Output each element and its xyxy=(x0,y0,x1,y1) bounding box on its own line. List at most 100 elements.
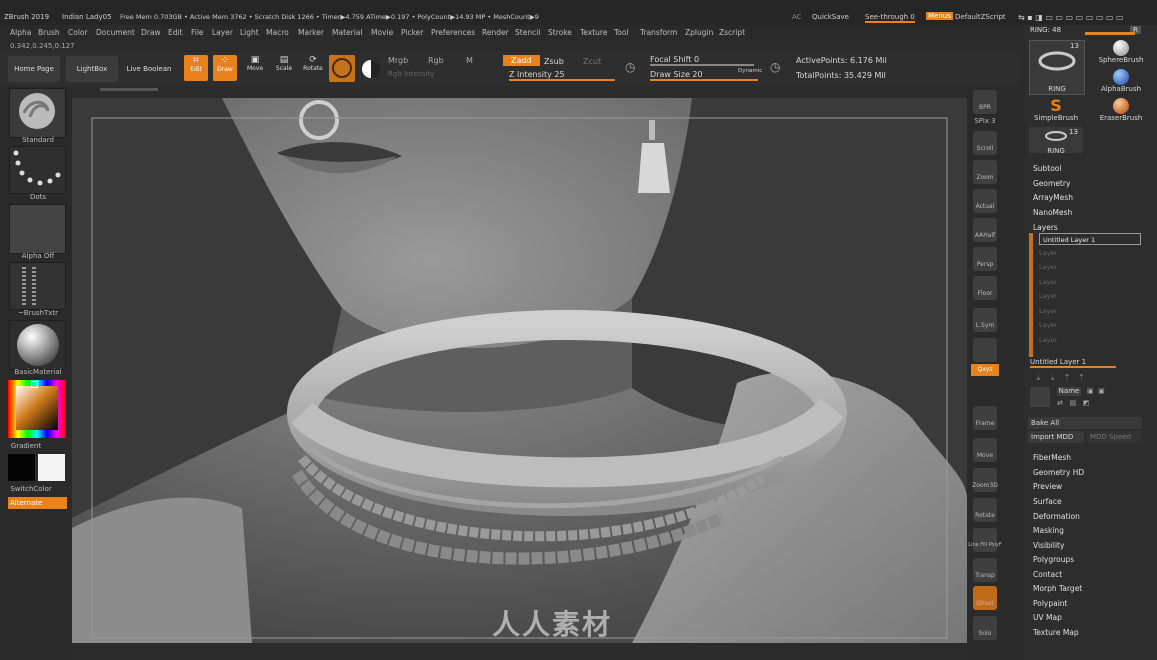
menu-macro[interactable]: Macro xyxy=(266,28,289,37)
focal-shift-slider[interactable]: Focal Shift 0 xyxy=(650,55,755,66)
menu-zplugin[interactable]: Zplugin xyxy=(685,28,713,37)
persp-button[interactable]: Persp xyxy=(973,247,997,271)
secondary-color-swatch[interactable] xyxy=(38,454,65,481)
menu-transform[interactable]: Transform xyxy=(640,28,677,37)
gradient-label[interactable]: Gradient xyxy=(0,442,59,450)
rotate-view-button[interactable]: Rotate xyxy=(973,498,997,522)
m-button[interactable]: M xyxy=(466,56,473,65)
layer-arrows-icon[interactable]: ⇣ ⇣ ⇡ ⇡ xyxy=(1035,373,1085,382)
layer-row[interactable]: Layer xyxy=(1039,263,1139,275)
texture-map-menu[interactable]: Texture Map xyxy=(1033,628,1079,637)
draw-button[interactable]: ⁘ Draw xyxy=(213,55,237,81)
menu-document[interactable]: Document xyxy=(96,28,135,37)
scroll-button[interactable]: Scroll xyxy=(973,131,997,155)
menu-color[interactable]: Color xyxy=(68,28,88,37)
arraymesh-menu[interactable]: ArrayMesh xyxy=(1033,193,1073,202)
primary-color-swatch[interactable] xyxy=(8,454,35,481)
menu-alpha[interactable]: Alpha xyxy=(10,28,31,37)
menus-toggle[interactable]: Menus xyxy=(926,12,953,20)
mdd-speed-slider[interactable]: MDD Speed xyxy=(1087,431,1142,443)
layer-row[interactable]: Layer xyxy=(1039,321,1139,333)
move-button[interactable]: ▣ Move xyxy=(243,55,267,81)
dots-stroke-button[interactable] xyxy=(9,146,66,194)
color-picker[interactable] xyxy=(8,380,66,438)
polygroups-menu[interactable]: Polygroups xyxy=(1033,555,1074,564)
local-symmetry-button[interactable]: L.Sym xyxy=(973,308,997,332)
menu-texture[interactable]: Texture xyxy=(580,28,607,37)
zoom3d-button[interactable]: Zoom3D xyxy=(972,468,998,492)
menu-marker[interactable]: Marker xyxy=(298,28,324,37)
material-toggle-icon[interactable] xyxy=(362,60,380,78)
layer-row[interactable]: Layer xyxy=(1039,307,1139,319)
live-boolean-button[interactable]: Live Boolean xyxy=(122,56,176,82)
alpha-brush-tile[interactable]: AlphaBrush xyxy=(1091,69,1151,97)
window-controls-icon[interactable]: ⇆ ▪ ◨ ▭ ▭ ▭ ▭ ▭ ▭ ▭ ▭ xyxy=(1018,13,1124,22)
tool-slider[interactable] xyxy=(1085,32,1135,35)
home-page-button[interactable]: Home Page xyxy=(8,56,60,82)
zsub-button[interactable]: Zsub xyxy=(544,57,564,66)
spix-slider[interactable]: SPix 3 xyxy=(967,117,1003,125)
z-intensity-slider[interactable]: Z Intensity 25 xyxy=(509,70,615,81)
ghost-button[interactable]: Ghost xyxy=(973,586,997,610)
menu-light[interactable]: Light xyxy=(240,28,259,37)
masking-menu[interactable]: Masking xyxy=(1033,526,1064,535)
brush-texture-button[interactable] xyxy=(9,262,66,310)
layer-intensity-slider[interactable]: Untitled Layer 1 xyxy=(1030,358,1117,368)
xyz-button[interactable]: Qxyz xyxy=(971,364,999,376)
menu-preferences[interactable]: Preferences xyxy=(431,28,475,37)
brush-preview-icon[interactable] xyxy=(329,55,355,82)
simple-brush-tile[interactable]: S SimpleBrush xyxy=(1029,98,1083,126)
lock-icon[interactable] xyxy=(973,338,997,362)
see-through-slider[interactable]: See-through 0 xyxy=(865,13,915,23)
preview-menu[interactable]: Preview xyxy=(1033,482,1062,491)
menu-render[interactable]: Render xyxy=(482,28,509,37)
geometry-menu[interactable]: Geometry xyxy=(1033,179,1070,188)
geometry-hd-menu[interactable]: Geometry HD xyxy=(1033,468,1084,477)
layer-row[interactable]: Layer xyxy=(1039,292,1139,304)
layer-tools-icons[interactable]: ▣ ▣ xyxy=(1087,387,1147,396)
layer-row[interactable]: Layer xyxy=(1039,278,1139,290)
fibermesh-menu[interactable]: FiberMesh xyxy=(1033,453,1071,462)
layer-active-row[interactable]: Untitled Layer 1 xyxy=(1039,233,1141,245)
layer-row[interactable]: Layer xyxy=(1039,249,1139,261)
frame-button[interactable]: Frame xyxy=(973,406,997,430)
lightbox-button[interactable]: LightBox xyxy=(66,56,118,82)
menu-edit[interactable]: Edit xyxy=(168,28,183,37)
morph-target-menu[interactable]: Morph Target xyxy=(1033,584,1082,593)
solo-button[interactable]: Solo xyxy=(973,616,997,640)
rotate-button[interactable]: ⟳ Rotate xyxy=(301,55,325,81)
nanomesh-menu[interactable]: NanoMesh xyxy=(1033,208,1072,217)
menu-stroke[interactable]: Stroke xyxy=(548,28,572,37)
scale-button[interactable]: ▤ Scale xyxy=(272,55,296,81)
subtool-menu[interactable]: Subtool xyxy=(1033,164,1061,173)
canvas-viewport[interactable]: 人人素材 xyxy=(72,98,967,643)
menu-stencil[interactable]: Stencil xyxy=(515,28,540,37)
material-button[interactable] xyxy=(9,320,66,370)
sculpt-render[interactable] xyxy=(72,98,967,643)
menu-zscript[interactable]: Zscript xyxy=(719,28,745,37)
menu-layer[interactable]: Layer xyxy=(212,28,233,37)
menu-picker[interactable]: Picker xyxy=(401,28,423,37)
menu-movie[interactable]: Movie xyxy=(371,28,393,37)
switch-color-button[interactable]: SwitchColor xyxy=(0,485,64,493)
contact-menu[interactable]: Contact xyxy=(1033,570,1062,579)
zadd-button[interactable]: Zadd xyxy=(503,55,540,66)
default-zscript-button[interactable]: DefaultZScript xyxy=(955,13,1006,21)
alternate-button[interactable]: Alternate xyxy=(8,497,67,509)
sphere-brush-tile[interactable]: SphereBrush xyxy=(1091,40,1151,68)
layer-row[interactable]: Layer xyxy=(1039,336,1139,348)
layer-ops-icons[interactable]: ⇄ ▤ ◩ xyxy=(1057,399,1147,408)
toolbar-scrollbar[interactable] xyxy=(100,88,158,91)
standard-brush-button[interactable] xyxy=(9,88,66,138)
deformation-menu[interactable]: Deformation xyxy=(1033,512,1080,521)
menu-tool[interactable]: Tool xyxy=(614,28,629,37)
menu-material[interactable]: Material xyxy=(332,28,362,37)
bake-all-button[interactable]: Bake All xyxy=(1028,417,1142,429)
layers-scrollbar[interactable] xyxy=(1029,233,1033,357)
mrgb-button[interactable]: Mrgb xyxy=(388,56,408,65)
polyframe-button[interactable]: Line Fill PolyF xyxy=(968,528,1002,552)
eraser-brush-tile[interactable]: EraserBrush xyxy=(1091,98,1151,126)
menu-draw[interactable]: Draw xyxy=(141,28,161,37)
move-view-button[interactable]: Move xyxy=(973,438,997,462)
aahalf-button[interactable]: AAHalf xyxy=(973,218,997,242)
